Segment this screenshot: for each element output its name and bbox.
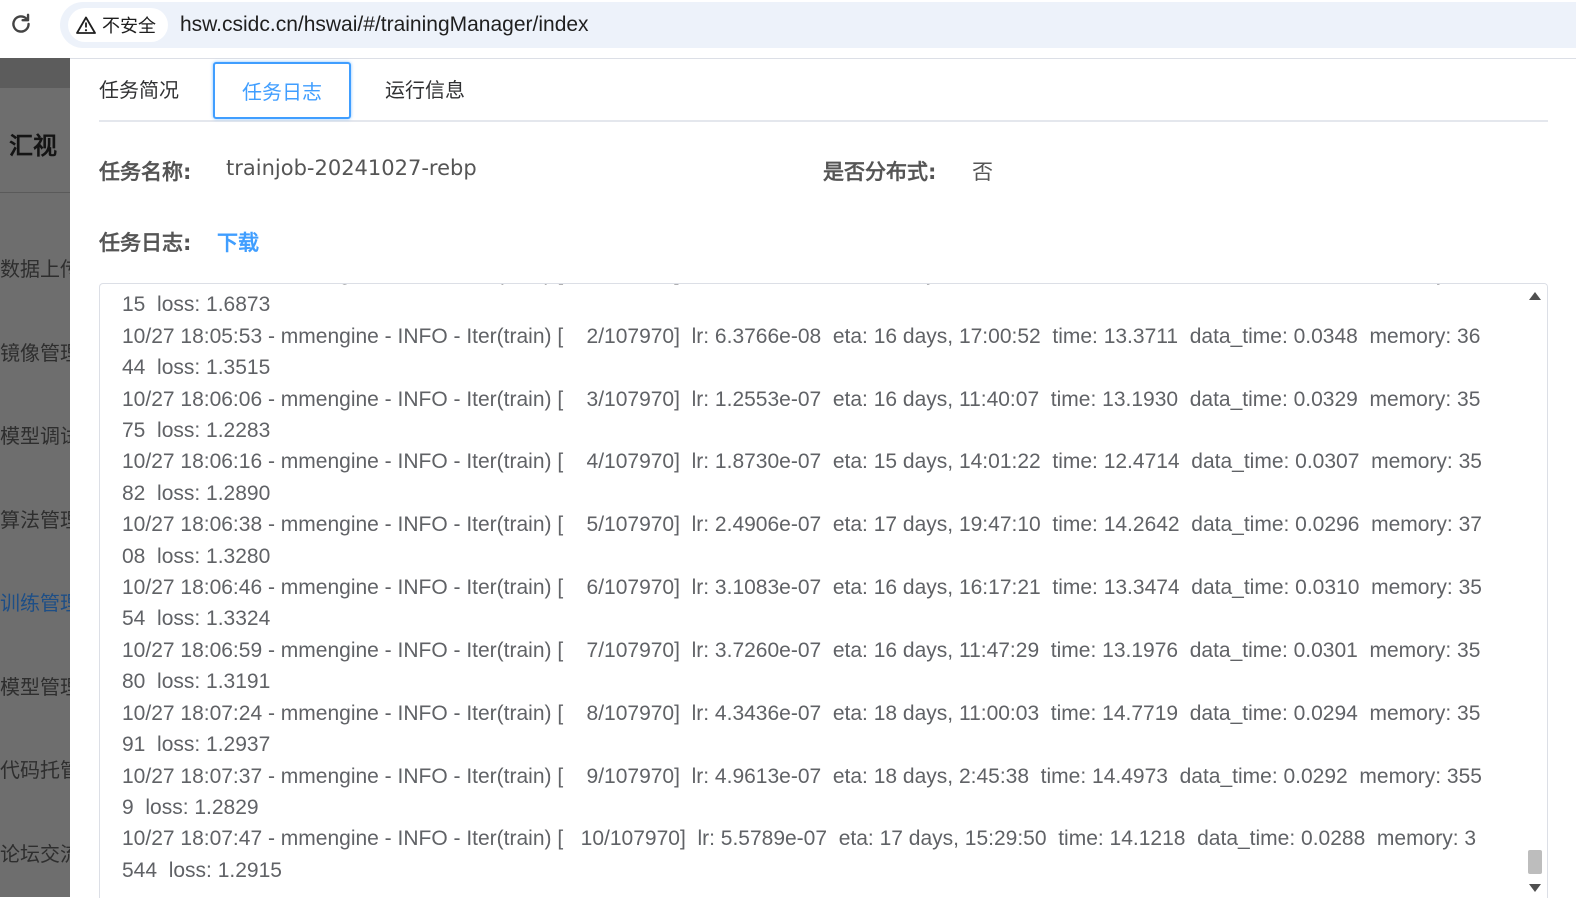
sidebar-item-data-upload[interactable]: 数据上传 (0, 253, 70, 282)
download-link[interactable]: 下载 (217, 227, 259, 257)
log-line: 10/27 18:06:38 - mmengine - INFO - Iter(… (122, 513, 1482, 537)
log-line: 10/27 18:06:06 - mmengine - INFO - Iter(… (122, 387, 1481, 411)
scroll-up-arrow-icon[interactable] (1529, 292, 1541, 300)
scroll-down-arrow-icon[interactable] (1529, 884, 1541, 892)
task-name-label: 任务名称: (99, 160, 192, 184)
sidebar-item-model-debug[interactable]: 模型调试 (0, 420, 70, 449)
sidebar-item-image-management[interactable]: 镜像管理 (0, 337, 70, 366)
log-line: 44 loss: 1.3515 (122, 356, 271, 380)
scroll-thumb[interactable] (1528, 850, 1542, 874)
security-indicator[interactable]: 不安全 (68, 8, 168, 42)
address-bar[interactable]: 不安全 hsw.csidc.cn/hswai/#/trainingManager… (60, 2, 1576, 48)
security-label: 不安全 (102, 16, 156, 37)
task-name-value: trainjob-20241027-rebp (226, 156, 477, 180)
log-line: 10/27 18:06:46 - mmengine - INFO - Iter(… (122, 576, 1482, 600)
log-text: 10/27 18:05:40 - mmengine - INFO - Iter(… (122, 284, 1500, 886)
sidebar-item-training-management[interactable]: 训练管理 (0, 587, 70, 616)
task-detail-panel: 任务简况 任务日志 运行信息 任务名称: trainjob-20241027-r… (70, 59, 1576, 898)
log-line: 10/27 18:06:59 - mmengine - INFO - Iter(… (122, 638, 1481, 662)
reload-icon[interactable] (8, 11, 34, 37)
sidebar-item-algorithm-management[interactable]: 算法管理 (0, 504, 70, 533)
log-line: 10/27 18:05:40 - mmengine - INFO - Iter(… (122, 284, 1500, 289)
log-line: 91 loss: 1.2937 (122, 733, 271, 757)
log-line: 10/27 18:07:47 - mmengine - INFO - Iter(… (122, 827, 1477, 851)
browser-toolbar: 不安全 hsw.csidc.cn/hswai/#/trainingManager… (0, 0, 1576, 59)
log-line: 9 loss: 1.2829 (122, 795, 259, 819)
tab-task-overview[interactable]: 任务简况 (99, 59, 179, 117)
log-line: 10/27 18:07:37 - mmengine - INFO - Iter(… (122, 764, 1482, 788)
log-line: 10/27 18:06:16 - mmengine - INFO - Iter(… (122, 450, 1482, 474)
log-line: 80 loss: 1.3191 (122, 670, 271, 694)
log-scrollbar[interactable] (1523, 284, 1547, 898)
sidebar: 汇视 数据上传 镜像管理 模型调试 算法管理 训练管理 模型管理 代码托管 论坛… (0, 58, 70, 897)
log-line: 54 loss: 1.3324 (122, 607, 271, 631)
log-line: 15 loss: 1.6873 (122, 293, 271, 317)
log-line: 544 loss: 1.2915 (122, 858, 282, 882)
log-line: 10/27 18:05:53 - mmengine - INFO - Iter(… (122, 324, 1481, 348)
sidebar-divider (0, 192, 70, 193)
distributed-value: 否 (972, 160, 993, 184)
tab-bar: 任务简况 任务日志 运行信息 (99, 59, 1548, 122)
url-text[interactable]: hsw.csidc.cn/hswai/#/trainingManager/ind… (180, 2, 589, 48)
task-log-label: 任务日志: (99, 231, 192, 255)
log-line: 75 loss: 1.2283 (122, 419, 271, 443)
sidebar-item-code-hosting[interactable]: 代码托管 (0, 754, 70, 783)
log-line: 08 loss: 1.3280 (122, 544, 271, 568)
sidebar-top-strip (0, 58, 70, 88)
log-viewer[interactable]: 10/27 18:05:40 - mmengine - INFO - Iter(… (99, 283, 1548, 898)
sidebar-item-forum[interactable]: 论坛交流 (0, 838, 70, 867)
sidebar-brand: 汇视 (9, 132, 57, 160)
warning-icon (76, 16, 96, 34)
log-line: 10/27 18:07:24 - mmengine - INFO - Iter(… (122, 701, 1481, 725)
distributed-label: 是否分布式: (823, 160, 937, 184)
tab-run-info[interactable]: 运行信息 (385, 59, 465, 117)
tab-task-log[interactable]: 任务日志 (213, 62, 351, 119)
log-line: 82 loss: 1.2890 (122, 481, 271, 505)
sidebar-item-model-management[interactable]: 模型管理 (0, 671, 70, 700)
